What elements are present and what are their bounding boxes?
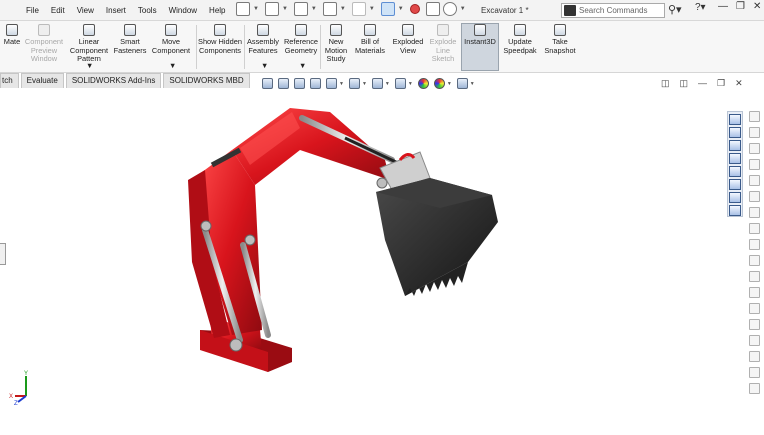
- pivot-pin: [376, 177, 388, 189]
- y-label: Y: [24, 371, 28, 377]
- excavator-model[interactable]: [0, 0, 764, 435]
- pivot-pin: [200, 220, 212, 232]
- pivot-pin: [229, 338, 243, 352]
- solidworks-window: File Edit View Insert Tools Window Help …: [0, 0, 764, 435]
- pivot-pin: [244, 234, 256, 246]
- x-label: X: [9, 394, 13, 400]
- z-label: Z: [14, 401, 18, 406]
- orientation-triad: Y X Z: [9, 371, 28, 406]
